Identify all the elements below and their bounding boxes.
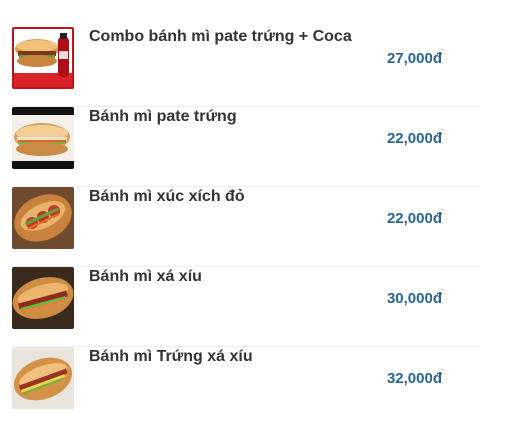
menu-item-combo-banh-mi-coca[interactable]: Combo bánh mì pate trứng + Coca 27,000đ xyxy=(0,27,480,107)
menu-item-price: 30,000đ xyxy=(386,290,442,307)
menu-item-price: 32,000đ xyxy=(386,370,442,387)
menu-item-price: 22,000đ xyxy=(386,210,442,227)
menu-list: Combo bánh mì pate trứng + Coca 27,000đ … xyxy=(0,0,531,447)
menu-item-banh-mi-trung-xa-xiu[interactable]: Bánh mì Trứng xá xíu 32,000đ xyxy=(0,347,480,427)
banh-mi-xa-xiu-image[interactable] xyxy=(12,267,74,329)
menu-item-name[interactable]: Bánh mì pate trứng xyxy=(89,107,237,127)
menu-item-banh-mi-xuc-xich-do[interactable]: Bánh mì xúc xích đỏ 22,000đ xyxy=(0,187,480,267)
banh-mi-combo-coca-image[interactable] xyxy=(12,27,74,89)
menu-item-name[interactable]: Bánh mì xá xíu xyxy=(89,267,202,287)
menu-item-banh-mi-pate-trung[interactable]: Bánh mì pate trứng 22,000đ xyxy=(0,107,480,187)
menu-item-name[interactable]: Combo bánh mì pate trứng + Coca xyxy=(89,27,352,47)
menu-item-name[interactable]: Bánh mì xúc xích đỏ xyxy=(89,187,245,207)
menu-item-price: 27,000đ xyxy=(386,50,442,67)
menu-item-banh-mi-xa-xiu[interactable]: Bánh mì xá xíu 30,000đ xyxy=(0,267,480,347)
menu-item-name[interactable]: Bánh mì Trứng xá xíu xyxy=(89,347,253,367)
banh-mi-xuc-xich-do-image[interactable] xyxy=(12,187,74,249)
menu-item-price: 22,000đ xyxy=(386,130,442,147)
banh-mi-trung-xa-xiu-image[interactable] xyxy=(12,347,74,409)
banh-mi-pate-trung-image[interactable] xyxy=(12,107,74,169)
